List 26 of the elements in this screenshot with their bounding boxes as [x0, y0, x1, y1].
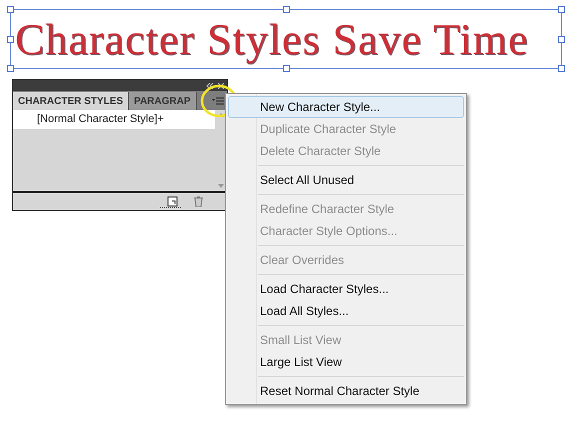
- trash-icon[interactable]: [194, 196, 203, 207]
- new-style-icon[interactable]: [160, 196, 182, 208]
- panel-tab[interactable]: CHARACTER STYLES: [13, 92, 130, 110]
- menu-item[interactable]: Select All Unused: [228, 169, 464, 191]
- resize-handle[interactable]: [558, 6, 565, 13]
- resize-handle[interactable]: [7, 36, 14, 43]
- resize-handle[interactable]: [7, 65, 14, 72]
- menu-item[interactable]: New Character Style...: [228, 96, 464, 118]
- resize-handle[interactable]: [283, 6, 290, 13]
- resize-handle[interactable]: [558, 65, 565, 72]
- scroll-up-icon[interactable]: [218, 113, 224, 117]
- menu-icon: [212, 97, 224, 105]
- resize-handle[interactable]: [7, 6, 14, 13]
- scroll-down-icon[interactable]: [218, 184, 224, 188]
- menu-item[interactable]: Load All Styles...: [228, 300, 464, 322]
- collapse-icon[interactable]: [206, 82, 214, 88]
- resize-handle[interactable]: [558, 36, 565, 43]
- panel-tab[interactable]: PARAGRAP: [129, 92, 196, 110]
- menu-item[interactable]: Reset Normal Character Style: [228, 380, 464, 402]
- resize-handle[interactable]: [283, 65, 290, 72]
- menu-item[interactable]: Load Character Styles...: [228, 278, 464, 300]
- text-frame[interactable]: Character Styles Save Time: [10, 9, 562, 69]
- headline: Character Styles Save Time: [15, 14, 529, 66]
- style-list-item[interactable]: [Normal Character Style]+: [13, 110, 215, 129]
- menu-item[interactable]: Large List View: [228, 351, 464, 373]
- close-icon[interactable]: [218, 82, 224, 88]
